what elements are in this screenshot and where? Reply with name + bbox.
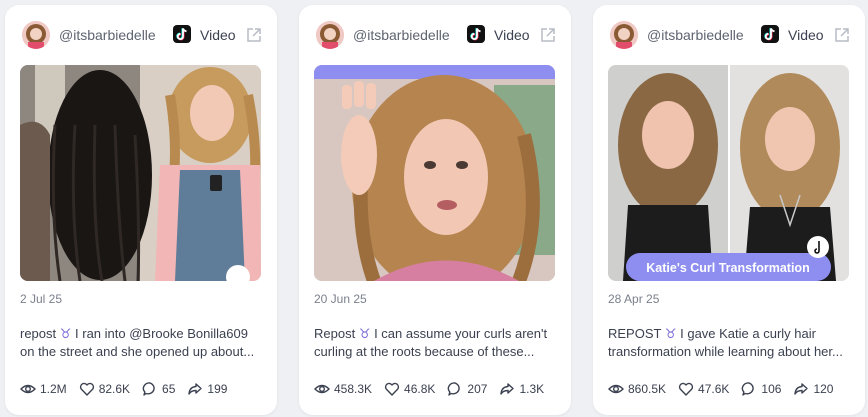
heart-icon (384, 382, 400, 396)
tiktok-logo-icon (467, 25, 485, 43)
eye-icon (608, 384, 624, 394)
taurus-symbol: ♉ (664, 326, 677, 341)
eye-icon (20, 384, 36, 394)
likes-count: 47.6K (698, 382, 730, 396)
video-overlay-title: Katie's Curl Transformation (646, 261, 809, 275)
engagement-stats: 458.3K 46.8K 207 1.3K (314, 380, 556, 398)
views-count: 860.5K (628, 382, 667, 396)
shares-stat: 120 (793, 381, 833, 397)
platform-label: Video (788, 27, 824, 43)
likes-stat: 46.8K (384, 381, 435, 397)
video-card[interactable]: @itsbarbiedelle Video (299, 5, 571, 415)
comments-stat: 106 (741, 381, 781, 397)
author-handle[interactable]: @itsbarbiedelle (353, 27, 450, 43)
comments-stat: 207 (447, 381, 487, 397)
likes-stat: 82.6K (79, 381, 130, 397)
video-thumbnail[interactable] (20, 65, 261, 281)
comment-icon (448, 382, 461, 396)
views-stat: 1.2M (20, 381, 67, 397)
video-thumbnail[interactable] (314, 65, 555, 281)
engagement-stats: 1.2M 82.6K 65 199 (20, 380, 239, 398)
avatar[interactable] (610, 21, 638, 49)
post-date: 2 Jul 25 (20, 292, 63, 306)
tiktok-logo-icon (173, 25, 191, 43)
avatar[interactable] (316, 21, 344, 49)
likes-count: 82.6K (98, 382, 131, 396)
engagement-stats: 860.5K 47.6K 106 120 (608, 380, 845, 398)
heart-icon (79, 382, 94, 396)
shares-count: 120 (813, 382, 834, 396)
eye-icon (314, 384, 330, 394)
post-date: 20 Jun 25 (314, 292, 367, 306)
avatar[interactable] (22, 21, 50, 49)
views-count: 458.3K (334, 382, 373, 396)
platform-label: Video (200, 27, 236, 43)
external-link-icon[interactable] (245, 26, 263, 44)
comments-count: 65 (162, 382, 176, 396)
video-card[interactable]: @itsbarbiedelle Video Katie's Curl Trans… (593, 5, 865, 415)
shares-stat: 199 (187, 381, 227, 397)
shares-stat: 1.3K (499, 381, 544, 397)
comments-stat: 65 (142, 381, 175, 397)
shares-count: 1.3K (519, 382, 545, 396)
comments-count: 207 (467, 382, 488, 396)
post-date: 28 Apr 25 (608, 292, 660, 306)
taurus-symbol: ♉ (59, 326, 72, 341)
likes-stat: 47.6K (678, 381, 729, 397)
comment-icon (742, 382, 755, 396)
external-link-icon[interactable] (833, 26, 851, 44)
comment-icon (142, 382, 155, 396)
post-caption[interactable]: REPOST ♉ I gave Katie a curly hair trans… (608, 325, 853, 361)
taurus-symbol: ♉ (358, 326, 371, 341)
share-icon (500, 383, 515, 395)
share-icon (188, 383, 203, 395)
views-count: 1.2M (40, 382, 67, 396)
comments-count: 106 (761, 382, 782, 396)
likes-count: 46.8K (404, 382, 436, 396)
views-stat: 458.3K (314, 381, 372, 397)
video-thumbnail[interactable]: Katie's Curl Transformation (608, 65, 849, 281)
post-caption[interactable]: Repost ♉ I can assume your curls aren't … (314, 325, 559, 361)
author-handle[interactable]: @itsbarbiedelle (59, 27, 156, 43)
views-stat: 860.5K (608, 381, 666, 397)
post-caption[interactable]: repost ♉ I ran into @Brooke Bonilla609 o… (20, 325, 265, 361)
external-link-icon[interactable] (539, 26, 557, 44)
shares-count: 199 (207, 382, 228, 396)
video-card[interactable]: @itsbarbiedelle Video (5, 5, 277, 415)
author-handle[interactable]: @itsbarbiedelle (647, 27, 744, 43)
tiktok-logo-icon (761, 25, 779, 43)
platform-label: Video (494, 27, 530, 43)
share-icon (794, 383, 809, 395)
heart-icon (678, 382, 694, 396)
